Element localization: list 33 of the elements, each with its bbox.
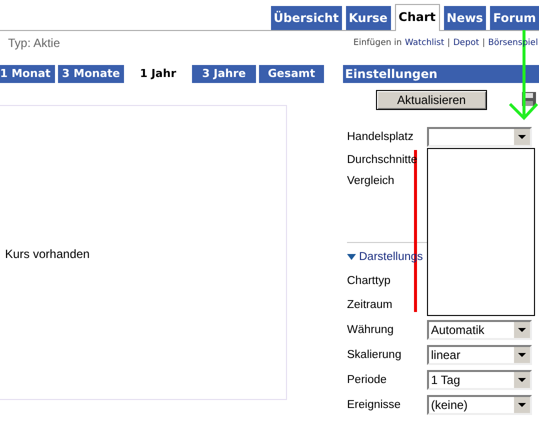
select-field[interactable]: linear: [427, 344, 532, 364]
separator: |: [447, 38, 450, 48]
select-field[interactable]: Automatik: [427, 320, 532, 340]
period-tab[interactable]: 3 Jahre: [192, 65, 256, 83]
setting-label: Vergleich: [347, 174, 396, 186]
select-field[interactable]: 1 Tag: [427, 370, 532, 390]
dropdown-list[interactable]: [427, 148, 535, 316]
period-tab[interactable]: Gesamt: [259, 65, 324, 83]
type-label: Typ: Aktie: [7, 36, 60, 50]
separator: |: [482, 38, 486, 48]
setting-label: Währung: [347, 324, 395, 336]
insert-link[interactable]: Watchlist: [404, 38, 444, 48]
period-tab[interactable]: 3 Monate: [58, 65, 124, 83]
setting-label: Charttyp: [347, 275, 392, 287]
period-tab[interactable]: 1 Monat: [0, 65, 55, 83]
insert-link[interactable]: Depot: [453, 38, 480, 48]
setting-label: Zeitraum: [347, 299, 394, 311]
nav-tab[interactable]: Kurse: [346, 6, 391, 30]
settings-header: Einstellungen: [343, 65, 539, 83]
insert-label: Einfügen in: [353, 38, 402, 48]
select-field[interactable]: (keine): [427, 394, 532, 414]
setting-label: Ereignisse: [347, 398, 402, 410]
nav-tab[interactable]: Chart: [394, 4, 440, 31]
chart-message: Kurs vorhanden: [5, 247, 90, 261]
nav-tab[interactable]: Forum: [490, 6, 539, 30]
select-field[interactable]: [427, 126, 532, 146]
setting-label: Skalierung: [347, 348, 402, 360]
setting-label: Handelsplatz: [347, 130, 414, 142]
update-button[interactable]: Aktualisieren: [376, 90, 487, 110]
setting-label: Periode: [347, 374, 388, 386]
triangle-icon: [347, 254, 356, 260]
nav-tab[interactable]: Übersicht: [270, 6, 342, 30]
nav-tab[interactable]: News: [444, 6, 486, 30]
